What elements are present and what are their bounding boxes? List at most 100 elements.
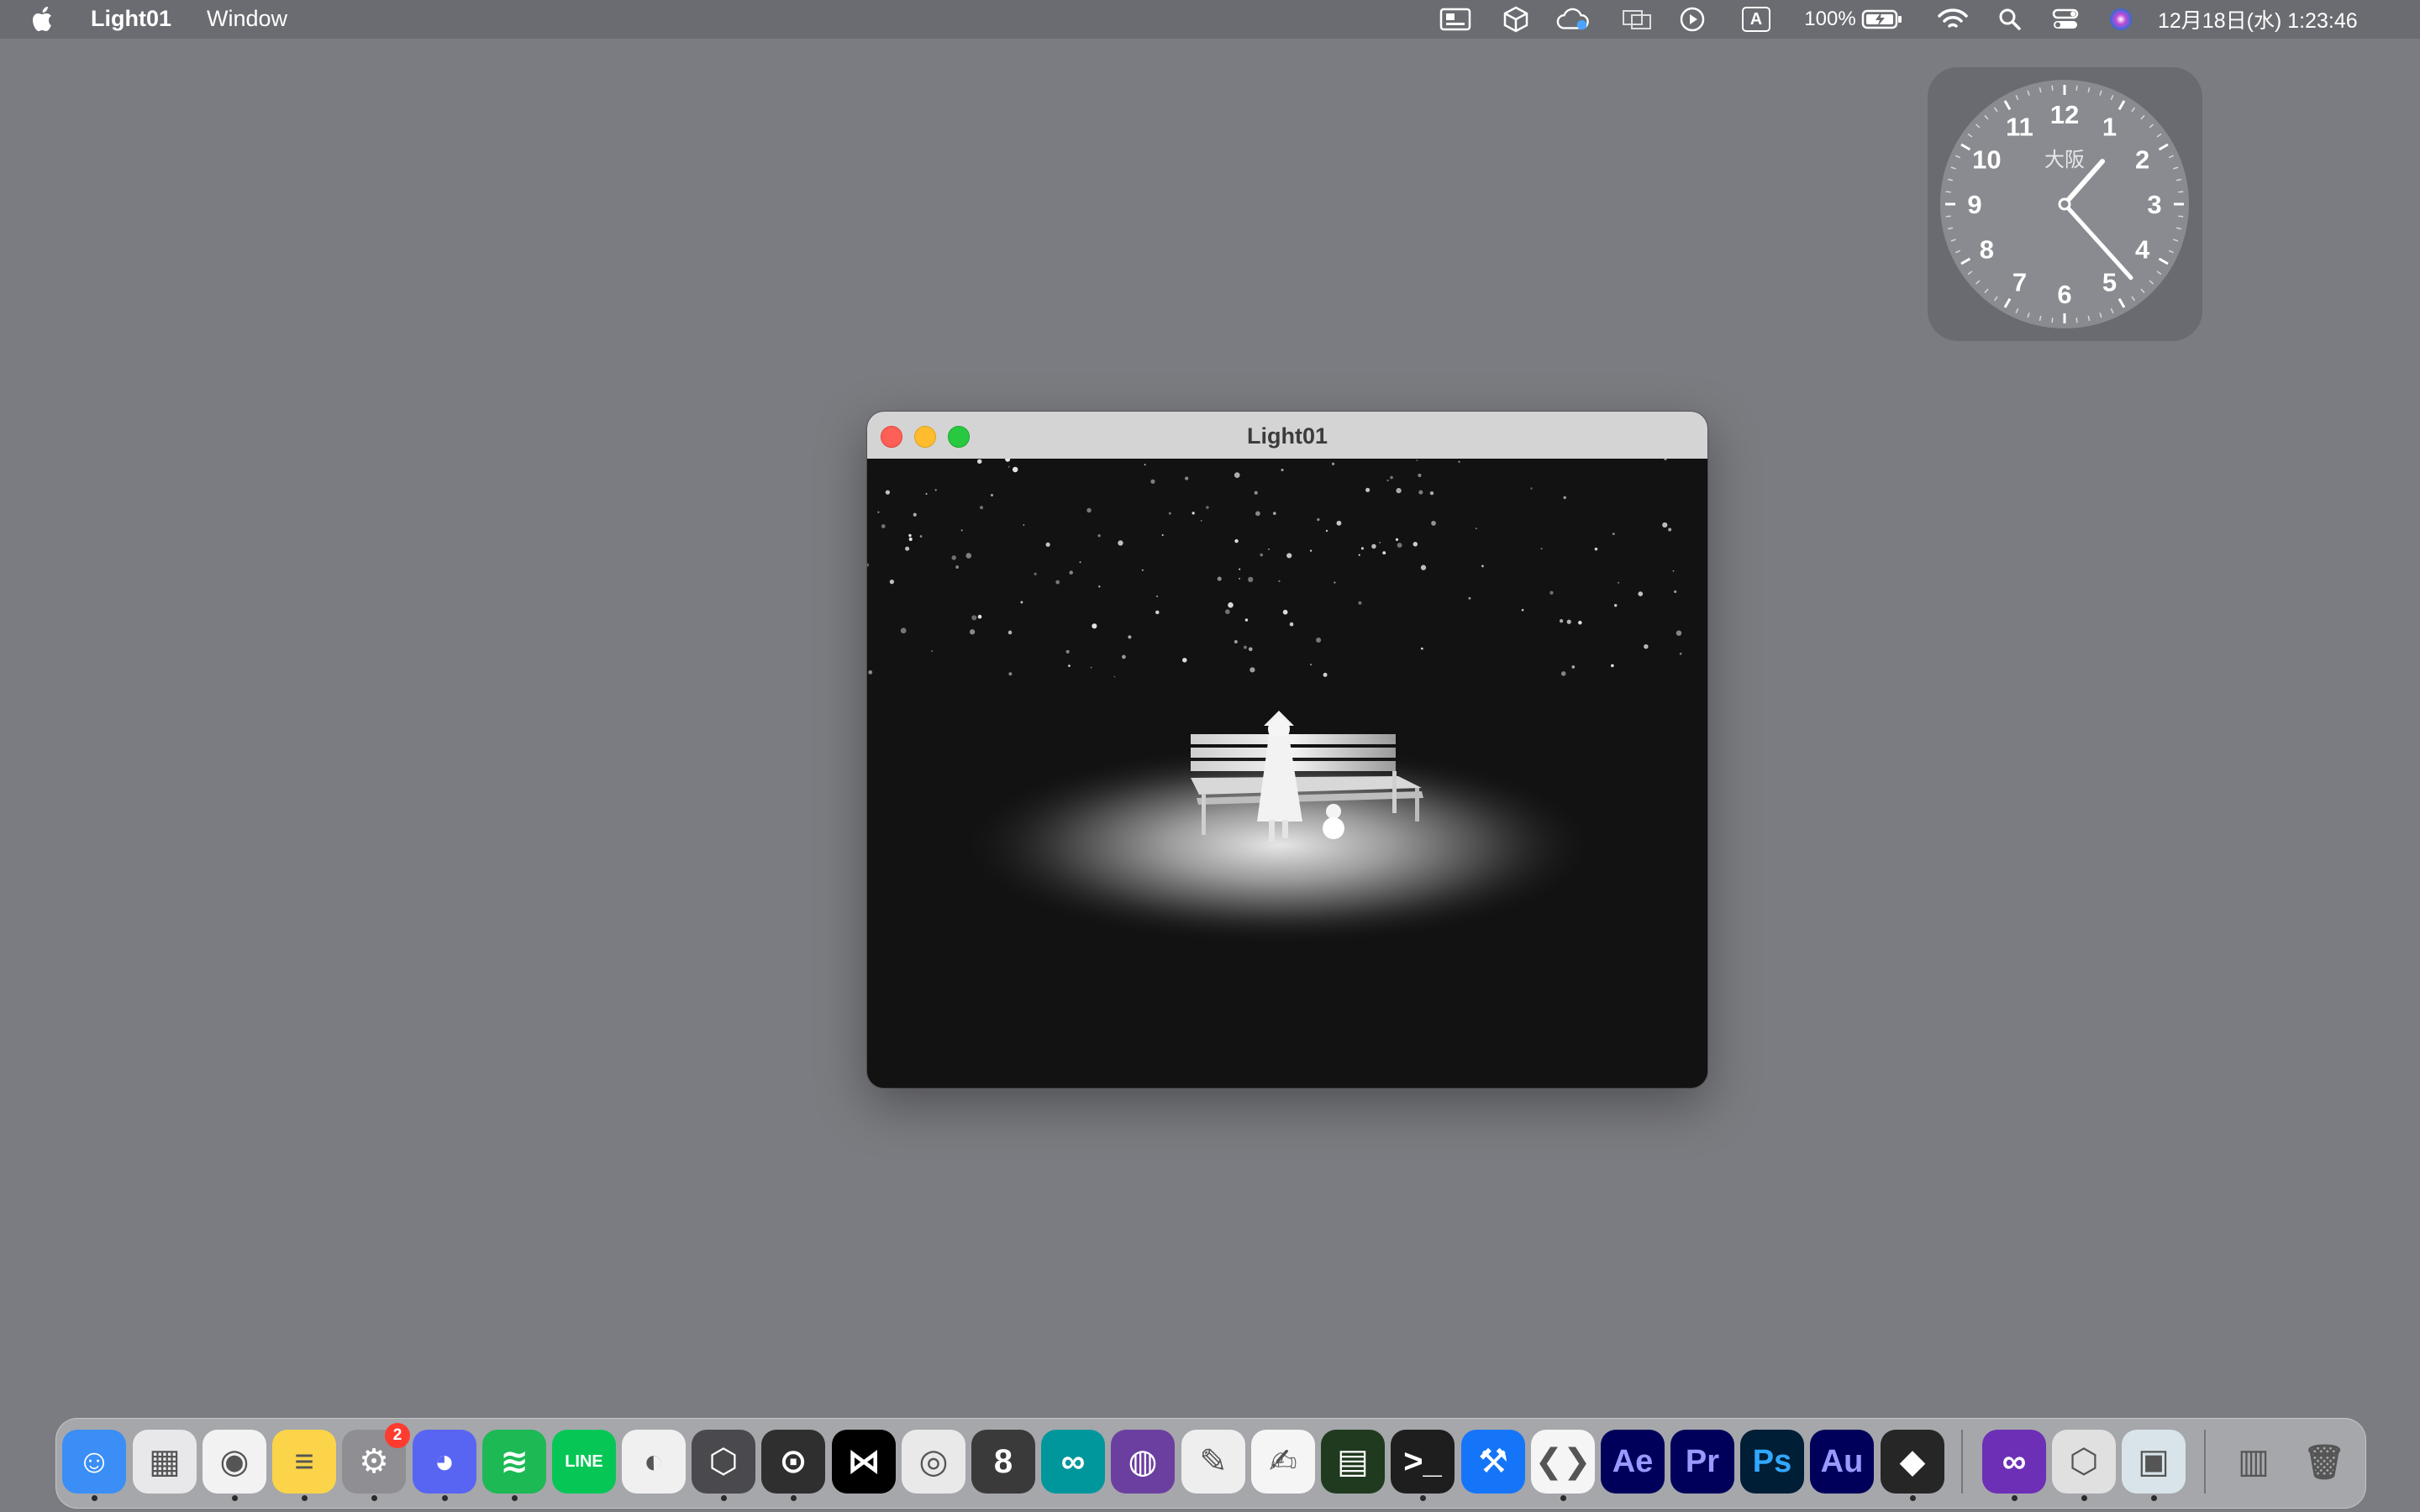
- snowflake: [1420, 564, 1427, 570]
- dock-item-spotify[interactable]: ≋: [482, 1430, 546, 1494]
- apple-menu-icon[interactable]: [30, 5, 57, 34]
- dock-item-textedit[interactable]: ✍: [1251, 1430, 1315, 1494]
- active-app-name[interactable]: Light01: [91, 6, 171, 32]
- snowflake: [971, 615, 977, 621]
- finder-icon: ☺: [76, 1442, 112, 1480]
- snowflake: [969, 629, 976, 635]
- snowflake: [881, 524, 886, 528]
- notification-badge: 2: [385, 1423, 410, 1448]
- display-mirror-icon[interactable]: [1620, 0, 1654, 39]
- snowflake: [1331, 462, 1335, 465]
- dock-item-proxyman[interactable]: ◍: [1111, 1430, 1175, 1494]
- snowflake: [1644, 643, 1649, 649]
- dock-item-visual-studio[interactable]: ∞: [1982, 1430, 2046, 1494]
- snowflake: [1334, 581, 1336, 584]
- play-circle-icon[interactable]: [1676, 0, 1709, 39]
- dock-item-downloads[interactable]: ▥: [2222, 1430, 2286, 1494]
- snowflake: [1594, 547, 1598, 551]
- snowflake: [1618, 581, 1620, 584]
- snowflake: [1090, 666, 1092, 669]
- clock-number: 3: [2147, 190, 2161, 219]
- dock-divider: [2204, 1430, 2206, 1494]
- dock-item-discord[interactable]: ◕: [413, 1430, 476, 1494]
- snowflake: [1185, 476, 1189, 480]
- dock-item-processing[interactable]: ⊙: [761, 1430, 825, 1494]
- dock-item-photoshop[interactable]: Ps: [1740, 1430, 1804, 1494]
- snowflake: [1289, 622, 1294, 627]
- dock-item-launchpad[interactable]: ▦: [133, 1430, 197, 1494]
- dock-item-xcode[interactable]: ⚒: [1461, 1430, 1525, 1494]
- snowflake: [1156, 595, 1159, 597]
- running-indicator: [2012, 1495, 2018, 1501]
- dock-item-finder[interactable]: ☺: [62, 1430, 126, 1494]
- snowflake: [1278, 580, 1281, 582]
- line-icon: LINE: [565, 1452, 603, 1471]
- dock-item-blender[interactable]: ◐: [622, 1430, 686, 1494]
- dock-item-notes[interactable]: ≡: [272, 1430, 336, 1494]
- scene-canvas[interactable]: [867, 459, 1707, 1088]
- wifi-icon[interactable]: [1936, 0, 1970, 39]
- dock-item-unity[interactable]: ⬡: [2052, 1430, 2116, 1494]
- dock-item-jasper[interactable]: 8: [971, 1430, 1035, 1494]
- script-icon: ✎: [1199, 1443, 1228, 1480]
- siri-icon[interactable]: [2104, 0, 2138, 39]
- dock-item-activity-monitor[interactable]: ▤: [1321, 1430, 1385, 1494]
- dock-item-obsidian[interactable]: ◆: [1881, 1430, 1944, 1494]
- menubar-clock[interactable]: 12月18日(水) 1:23:46: [2158, 0, 2402, 39]
- dock-item-spiral[interactable]: ◎: [902, 1430, 965, 1494]
- snowflake: [1358, 554, 1360, 556]
- snowflake: [1249, 667, 1255, 673]
- snowflake: [1234, 472, 1240, 478]
- dock-item-preview[interactable]: ▣: [2122, 1430, 2186, 1494]
- dock-item-after-effects[interactable]: Ae: [1601, 1430, 1665, 1494]
- snowflake: [1200, 519, 1202, 522]
- clock-number: 12: [2050, 100, 2079, 129]
- dock-item-arduino-ide[interactable]: ∞: [1041, 1430, 1105, 1494]
- dock-item-visual-studio-code[interactable]: ❮❯: [1531, 1430, 1595, 1494]
- running-indicator: [371, 1495, 377, 1501]
- snowflake: [1390, 475, 1393, 480]
- clock-number: 11: [2006, 112, 2033, 141]
- spotlight-search-icon[interactable]: [1993, 0, 2027, 39]
- app-window[interactable]: Light01: [867, 412, 1707, 1088]
- image-capture-icon[interactable]: [1439, 0, 1472, 39]
- downloads-stack-icon: ▥: [2238, 1443, 2270, 1480]
- running-indicator: [1560, 1495, 1566, 1501]
- snowflake: [1098, 585, 1101, 588]
- snowflake: [1549, 591, 1554, 595]
- window-title: Light01: [1246, 423, 1328, 449]
- clock-number: 1: [2102, 112, 2117, 141]
- snowflake: [1418, 473, 1422, 478]
- window-titlebar[interactable]: Light01: [867, 412, 1707, 459]
- dock-item-capcut[interactable]: ⋈: [832, 1430, 896, 1494]
- clock-widget[interactable]: 12 1 2 3 4 5 6 7 8 9 10 11 大阪: [1928, 67, 2202, 341]
- input-source-indicator[interactable]: A: [1738, 0, 1775, 39]
- dock-item-unity-hub[interactable]: ⬡: [692, 1430, 755, 1494]
- dock-item-premiere-pro[interactable]: Pr: [1670, 1430, 1734, 1494]
- dock-item-terminal[interactable]: >_: [1391, 1430, 1455, 1494]
- trash-icon: 🗑: [2302, 1443, 2346, 1481]
- battery-status[interactable]: 100%: [1803, 0, 1904, 39]
- menu-window[interactable]: Window: [207, 6, 287, 32]
- dock-item-script-editor[interactable]: ✎: [1181, 1430, 1245, 1494]
- clock-tick: [1945, 215, 1951, 218]
- unity-menu-icon[interactable]: [1499, 0, 1533, 39]
- snowflake: [1007, 465, 1010, 468]
- control-center-icon[interactable]: [2049, 0, 2082, 39]
- snowflake: [960, 529, 963, 532]
- processing-icon: ⊙: [779, 1443, 808, 1480]
- snowflake: [1386, 479, 1389, 481]
- clock-tick: [2051, 318, 2054, 323]
- dock-item-line[interactable]: LINE: [552, 1430, 616, 1494]
- visual-studio-icon: ∞: [2002, 1442, 2027, 1480]
- snowflake: [868, 669, 873, 675]
- creative-cloud-icon[interactable]: [1556, 0, 1590, 39]
- snowflake: [1396, 487, 1402, 494]
- dock-item-trash[interactable]: 🗑: [2292, 1430, 2356, 1494]
- snowflake: [1429, 491, 1434, 496]
- snowflake: [1007, 630, 1013, 635]
- proxyman-icon: ◍: [1128, 1443, 1158, 1480]
- dock-item-audition[interactable]: Au: [1810, 1430, 1874, 1494]
- dock-item-google-chrome[interactable]: ◉: [203, 1430, 266, 1494]
- snowflake: [1676, 630, 1682, 636]
